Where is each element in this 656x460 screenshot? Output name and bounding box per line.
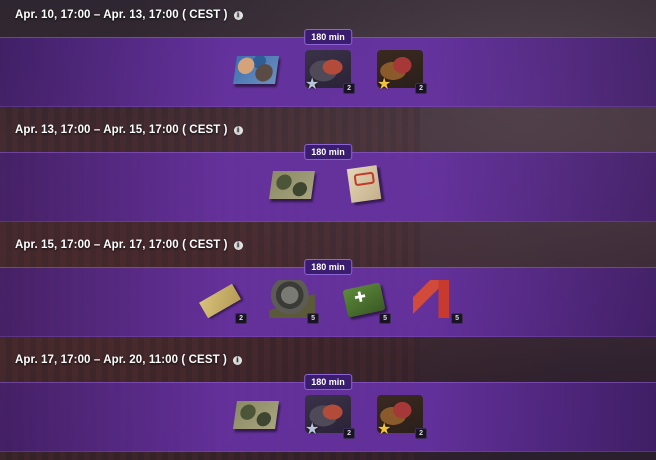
- reward-list: 2 5 5 5: [0, 278, 656, 330]
- gold-star-icon: ★: [377, 419, 392, 438]
- reward-item[interactable]: [231, 48, 281, 94]
- date-range-text: Apr. 10, 17:00 – Apr. 13, 17:00 ( CEST ): [15, 9, 228, 21]
- duration-badge: 180 min: [304, 144, 352, 160]
- reward-item[interactable]: ★ 2: [303, 393, 355, 439]
- reward-list: [0, 163, 656, 215]
- quantity-badge: 5: [451, 313, 463, 324]
- reward-list: ★ 2 ★ 2: [0, 48, 656, 100]
- date-range-text: Apr. 17, 17:00 – Apr. 20, 11:00 ( CEST ): [15, 354, 227, 366]
- reward-band: 180 min: [0, 144, 656, 222]
- gold-star-icon: ★: [377, 74, 392, 93]
- reward-band: 180 min ★ 2 ★ 2: [0, 374, 656, 452]
- reward-list: ★ 2 ★ 2: [0, 393, 656, 445]
- date-range-line: Apr. 17, 17:00 – Apr. 20, 11:00 ( CEST )…: [15, 352, 242, 368]
- quantity-badge: 2: [343, 428, 355, 439]
- info-icon[interactable]: i: [233, 125, 243, 135]
- reward-item[interactable]: ★ 2: [375, 393, 427, 439]
- reward-band: 180 min ★ 2 ★ 2: [0, 29, 656, 107]
- duration-badge: 180 min: [304, 29, 352, 45]
- silver-star-icon: ★: [305, 419, 320, 438]
- silver-star-icon: ★: [305, 74, 320, 93]
- quantity-badge: 2: [415, 83, 427, 94]
- reward-item[interactable]: 5: [411, 278, 463, 324]
- reward-item[interactable]: [339, 163, 389, 209]
- quantity-badge: 2: [343, 83, 355, 94]
- date-range-line: Apr. 13, 17:00 – Apr. 15, 17:00 ( CEST )…: [15, 122, 243, 138]
- reward-item[interactable]: ★ 2: [375, 48, 427, 94]
- reward-item[interactable]: [267, 163, 317, 209]
- info-icon[interactable]: i: [233, 240, 243, 250]
- duration-badge: 180 min: [304, 259, 352, 275]
- duration-badge: 180 min: [304, 374, 352, 390]
- info-icon[interactable]: i: [232, 355, 242, 365]
- date-range-line: Apr. 10, 17:00 – Apr. 13, 17:00 ( CEST )…: [15, 7, 243, 23]
- reward-item[interactable]: ★ 2: [303, 48, 355, 94]
- quantity-badge: 2: [415, 428, 427, 439]
- green-camouflage-icon: [269, 171, 315, 199]
- info-icon[interactable]: i: [233, 10, 243, 20]
- green-camouflage-icon: [233, 401, 279, 429]
- documents-papers-icon: [346, 165, 382, 203]
- quantity-badge: 5: [307, 313, 319, 324]
- reward-item[interactable]: 2: [195, 278, 247, 324]
- reward-band: 180 min 2 5 5 5: [0, 259, 656, 337]
- reward-item[interactable]: 5: [339, 278, 391, 324]
- quantity-badge: 2: [235, 313, 247, 324]
- quantity-badge: 5: [379, 313, 391, 324]
- reward-item[interactable]: [231, 393, 281, 439]
- reward-item[interactable]: 5: [267, 278, 319, 324]
- blue-camouflage-icon: [233, 56, 279, 84]
- date-range-text: Apr. 15, 17:00 – Apr. 17, 17:00 ( CEST ): [15, 239, 228, 251]
- date-range-line: Apr. 15, 17:00 – Apr. 17, 17:00 ( CEST )…: [15, 237, 243, 253]
- date-range-text: Apr. 13, 17:00 – Apr. 15, 17:00 ( CEST ): [15, 124, 228, 136]
